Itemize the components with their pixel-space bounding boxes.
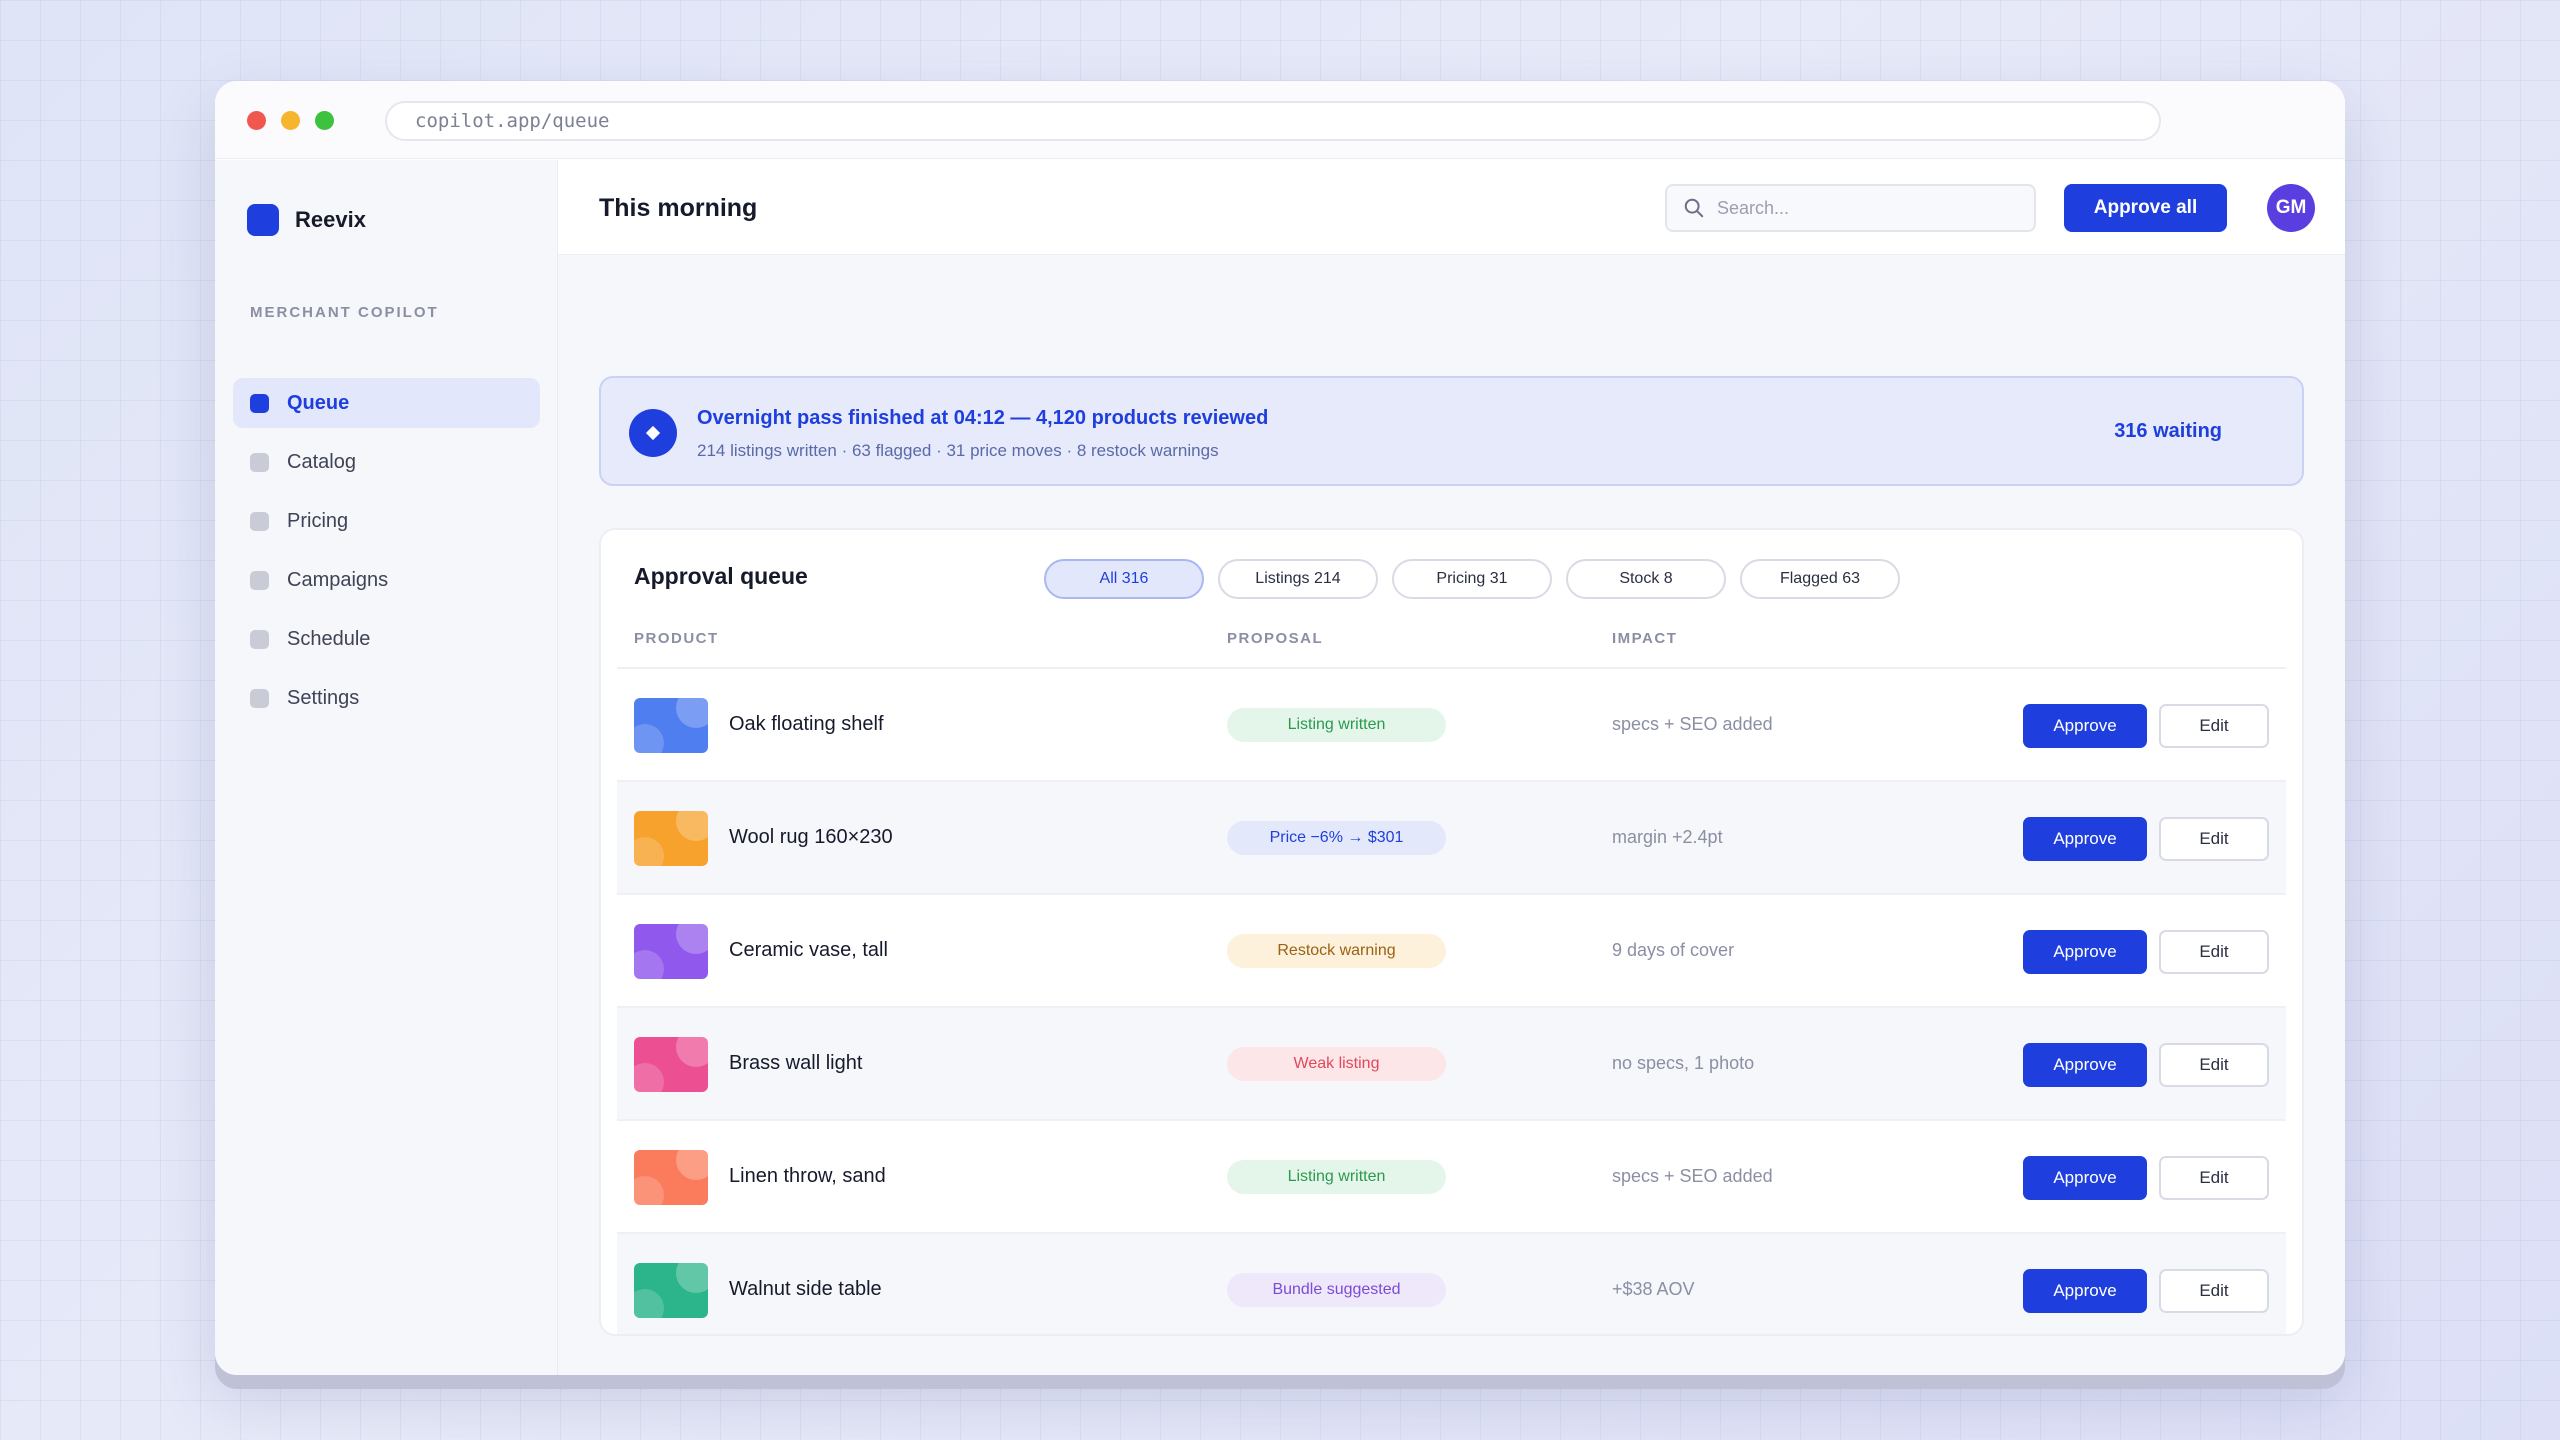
product-name: Oak floating shelf — [729, 713, 884, 735]
table-row: Brass wall light Weak listing no specs, 1 … — [617, 1006, 2286, 1119]
browser-titlebar: copilot.app/queue — [215, 81, 2345, 159]
settings-icon — [250, 688, 269, 708]
sidebar-item-label: Schedule — [287, 627, 371, 650]
catalog-icon — [250, 452, 269, 472]
search-icon — [1684, 198, 1704, 218]
brand-logo-icon — [247, 204, 279, 236]
edit-button[interactable]: Edit — [2159, 817, 2269, 861]
queue-title: Approval queue — [634, 563, 808, 589]
approval-queue-card: Approval queue All 316 Listings 214 Pric… — [599, 528, 2304, 1336]
proposal-badge: Weak listing — [1227, 1047, 1446, 1081]
sidebar-section-label: MERCHANT COPILOT — [250, 304, 439, 321]
approve-all-button[interactable]: Approve all — [2064, 184, 2227, 232]
sidebar: Reevix MERCHANT COPILOT Queue Catalog Pr… — [215, 160, 558, 1375]
product-thumbnail — [634, 811, 708, 866]
filter-stock[interactable]: Stock 8 — [1566, 559, 1726, 599]
sidebar-item-schedule[interactable]: Schedule — [233, 614, 540, 664]
approve-button[interactable]: Approve — [2023, 817, 2147, 861]
sidebar-item-label: Campaigns — [287, 568, 389, 591]
filter-pricing[interactable]: Pricing 31 — [1392, 559, 1552, 599]
table-row: Ceramic vase, tall Restock warning 9 days … — [617, 893, 2286, 1006]
brand-name: Reevix — [295, 207, 366, 232]
product-name: Walnut side table — [729, 1278, 882, 1300]
main-content: This morning Approve all GM Overnight pa… — [558, 160, 2345, 1375]
address-bar[interactable]: copilot.app/queue — [385, 101, 2161, 141]
proposal-badge: Listing written — [1227, 1160, 1446, 1194]
proposal-badge: Bundle suggested — [1227, 1273, 1446, 1307]
table-row: Linen throw, sand Listing written specs + … — [617, 1119, 2286, 1232]
pricing-icon — [250, 511, 269, 531]
close-window-dot[interactable] — [247, 111, 266, 130]
schedule-icon — [250, 629, 269, 649]
queue-table: Oak floating shelf Listing written specs +… — [617, 667, 2286, 1334]
approve-button[interactable]: Approve — [2023, 1269, 2147, 1313]
filter-all[interactable]: All 316 — [1044, 559, 1204, 599]
sparkle-icon — [629, 409, 677, 457]
sidebar-item-label: Queue — [287, 391, 350, 414]
maximize-window-dot[interactable] — [315, 111, 334, 130]
sidebar-item-campaigns[interactable]: Campaigns — [233, 555, 540, 605]
filter-chips: All 316 Listings 214 Pricing 31 Stock 8 … — [1044, 559, 1914, 599]
product-thumbnail — [634, 1037, 708, 1092]
avatar[interactable]: GM — [2267, 184, 2315, 232]
product-name: Ceramic vase, tall — [729, 939, 888, 961]
edit-button[interactable]: Edit — [2159, 1043, 2269, 1087]
proposal-badge: Restock warning — [1227, 934, 1446, 968]
approve-button[interactable]: Approve — [2023, 930, 2147, 974]
minimize-window-dot[interactable] — [281, 111, 300, 130]
table-row: Walnut side table Bundle suggested +$38 AO… — [617, 1232, 2286, 1334]
sidebar-item-label: Catalog — [287, 450, 356, 473]
approve-button[interactable]: Approve — [2023, 1043, 2147, 1087]
product-thumbnail — [634, 1263, 708, 1318]
search-box[interactable] — [1665, 184, 2036, 232]
impact-text: no specs, 1 photo — [1612, 1053, 1755, 1073]
column-header-product: PRODUCT — [634, 630, 719, 647]
table-row: Oak floating shelf Listing written specs +… — [617, 667, 2286, 780]
impact-text: specs + SEO added — [1612, 714, 1773, 734]
product-name: Wool rug 160×230 — [729, 826, 893, 848]
edit-button[interactable]: Edit — [2159, 1269, 2269, 1313]
banner-title: Overnight pass finished at 04:12 — 4,120… — [697, 407, 1269, 429]
impact-text: margin +2.4pt — [1612, 827, 1723, 847]
overnight-summary-banner: Overnight pass finished at 04:12 — 4,120… — [599, 376, 2304, 486]
sidebar-item-catalog[interactable]: Catalog — [233, 437, 540, 487]
proposal-badge: Price −6% → $301 — [1227, 821, 1446, 855]
proposal-badge: Listing written — [1227, 708, 1446, 742]
product-name: Brass wall light — [729, 1052, 863, 1074]
product-name: Linen throw, sand — [729, 1165, 886, 1187]
browser-window: copilot.app/queue Reevix MERCHANT COPILO… — [215, 81, 2345, 1375]
campaigns-icon — [250, 570, 269, 590]
table-row: Wool rug 160×230 Price −6% → $301 margin +… — [617, 780, 2286, 893]
impact-text: 9 days of cover — [1612, 940, 1735, 960]
column-header-impact: IMPACT — [1612, 630, 1678, 647]
brand[interactable]: Reevix — [247, 204, 366, 236]
sidebar-nav: Queue Catalog Pricing Campaigns Schedule… — [233, 378, 540, 732]
queue-icon — [250, 393, 269, 413]
product-thumbnail — [634, 1150, 708, 1205]
filter-flagged[interactable]: Flagged 63 — [1740, 559, 1900, 599]
waiting-count: 316 waiting — [2114, 420, 2222, 442]
page-title: This morning — [599, 194, 758, 222]
top-bar: This morning Approve all GM — [558, 160, 2345, 255]
banner-subtitle: 214 listings written · 63 flagged · 31 p… — [697, 441, 1219, 460]
approve-button[interactable]: Approve — [2023, 704, 2147, 748]
impact-text: specs + SEO added — [1612, 1166, 1773, 1186]
approve-button[interactable]: Approve — [2023, 1156, 2147, 1200]
column-header-proposal: PROPOSAL — [1227, 630, 1324, 647]
search-input[interactable] — [1717, 197, 2017, 219]
edit-button[interactable]: Edit — [2159, 930, 2269, 974]
edit-button[interactable]: Edit — [2159, 704, 2269, 748]
sidebar-item-settings[interactable]: Settings — [233, 673, 540, 723]
product-thumbnail — [634, 698, 708, 753]
filter-listings[interactable]: Listings 214 — [1218, 559, 1378, 599]
sidebar-item-pricing[interactable]: Pricing — [233, 496, 540, 546]
sidebar-item-queue[interactable]: Queue — [233, 378, 540, 428]
product-thumbnail — [634, 924, 708, 979]
sidebar-item-label: Pricing — [287, 509, 349, 532]
impact-text: +$38 AOV — [1612, 1279, 1695, 1299]
edit-button[interactable]: Edit — [2159, 1156, 2269, 1200]
sidebar-item-label: Settings — [287, 686, 360, 709]
